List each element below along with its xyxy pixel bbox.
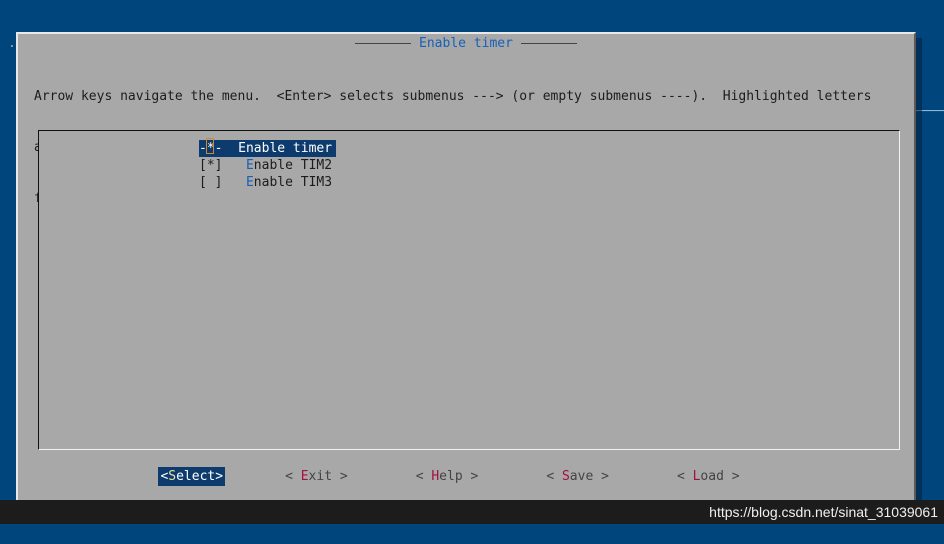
config-dialog: Enable timer Arrow keys navigate the men… bbox=[16, 32, 916, 502]
dialog-title-row: Enable timer bbox=[18, 35, 914, 52]
menu-item[interactable]: -*- Enable timer bbox=[199, 138, 337, 157]
menu-item[interactable]: [ ] Enable TIM3 bbox=[199, 174, 336, 191]
menu-marker-state: * bbox=[206, 158, 215, 173]
terminal-cursor: * bbox=[205, 138, 215, 157]
button-bracket-right: > bbox=[215, 469, 224, 484]
button-bracket-left: < bbox=[546, 469, 562, 484]
button-bracket-left: < bbox=[676, 469, 693, 484]
menu-list[interactable]: -*- Enable timer [*] Enable TIM2[ ] Enabl… bbox=[199, 138, 337, 191]
select-button[interactable]: <Select> bbox=[158, 467, 226, 486]
button-bracket-right: > bbox=[593, 469, 609, 484]
menu-marker-state bbox=[207, 175, 215, 190]
dialog-title: Enable timer bbox=[419, 36, 513, 51]
button-hotkey: H bbox=[431, 469, 440, 484]
button-hotkey: S bbox=[561, 469, 570, 484]
dialog-button-bar: <Select> < Exit > < Help > < Save > < Load > bbox=[18, 467, 914, 486]
help-line-1: Arrow keys navigate the menu. <Enter> se… bbox=[34, 89, 872, 104]
button-bracket-left: < bbox=[415, 469, 432, 484]
load-button[interactable]: < Load > bbox=[677, 467, 740, 486]
exit-button[interactable]: < Exit > bbox=[285, 467, 348, 486]
menu-gap bbox=[222, 175, 245, 190]
title-rule-left bbox=[355, 43, 412, 44]
menu-item[interactable]: [*] Enable TIM2 bbox=[199, 157, 336, 174]
button-bracket-right: > bbox=[332, 469, 348, 484]
button-label: elp bbox=[439, 469, 463, 484]
button-label: oad bbox=[700, 469, 724, 484]
menu-item-label: nable TIM2 bbox=[253, 158, 333, 173]
title-rule-right bbox=[520, 43, 577, 44]
menu-marker-left: - bbox=[199, 141, 207, 156]
save-button[interactable]: < Save > bbox=[546, 467, 609, 486]
button-label: xit bbox=[308, 469, 333, 484]
menu-item-hotkey: E bbox=[245, 158, 254, 173]
button-label: ave bbox=[569, 469, 594, 484]
bottom-strip bbox=[0, 524, 944, 544]
menu-marker-left: [ bbox=[199, 175, 207, 190]
menu-item-hotkey: E bbox=[238, 141, 246, 156]
button-label: elect bbox=[176, 469, 216, 484]
menu-marker-left: [ bbox=[199, 158, 207, 173]
help-button[interactable]: < Help > bbox=[416, 467, 479, 486]
menu-item-hotkey: E bbox=[245, 175, 254, 190]
menu-gap bbox=[222, 141, 238, 156]
menu-gap bbox=[222, 158, 245, 173]
menu-item-label: nable TIM3 bbox=[253, 175, 333, 190]
button-bracket-right: > bbox=[462, 469, 479, 484]
button-bracket-left: < bbox=[285, 469, 301, 484]
terminal-screen: .config - RT-Thread Configuration → Hard… bbox=[0, 0, 944, 544]
watermark-text: https://blog.csdn.net/sinat_31039061 bbox=[709, 504, 938, 520]
menu-list-panel: -*- Enable timer [*] Enable TIM2[ ] Enabl… bbox=[38, 130, 900, 450]
button-hotkey: E bbox=[300, 469, 309, 484]
button-hotkey: S bbox=[168, 469, 177, 484]
menu-item-label: nable timer bbox=[245, 141, 333, 156]
button-bracket-right: > bbox=[723, 469, 740, 484]
